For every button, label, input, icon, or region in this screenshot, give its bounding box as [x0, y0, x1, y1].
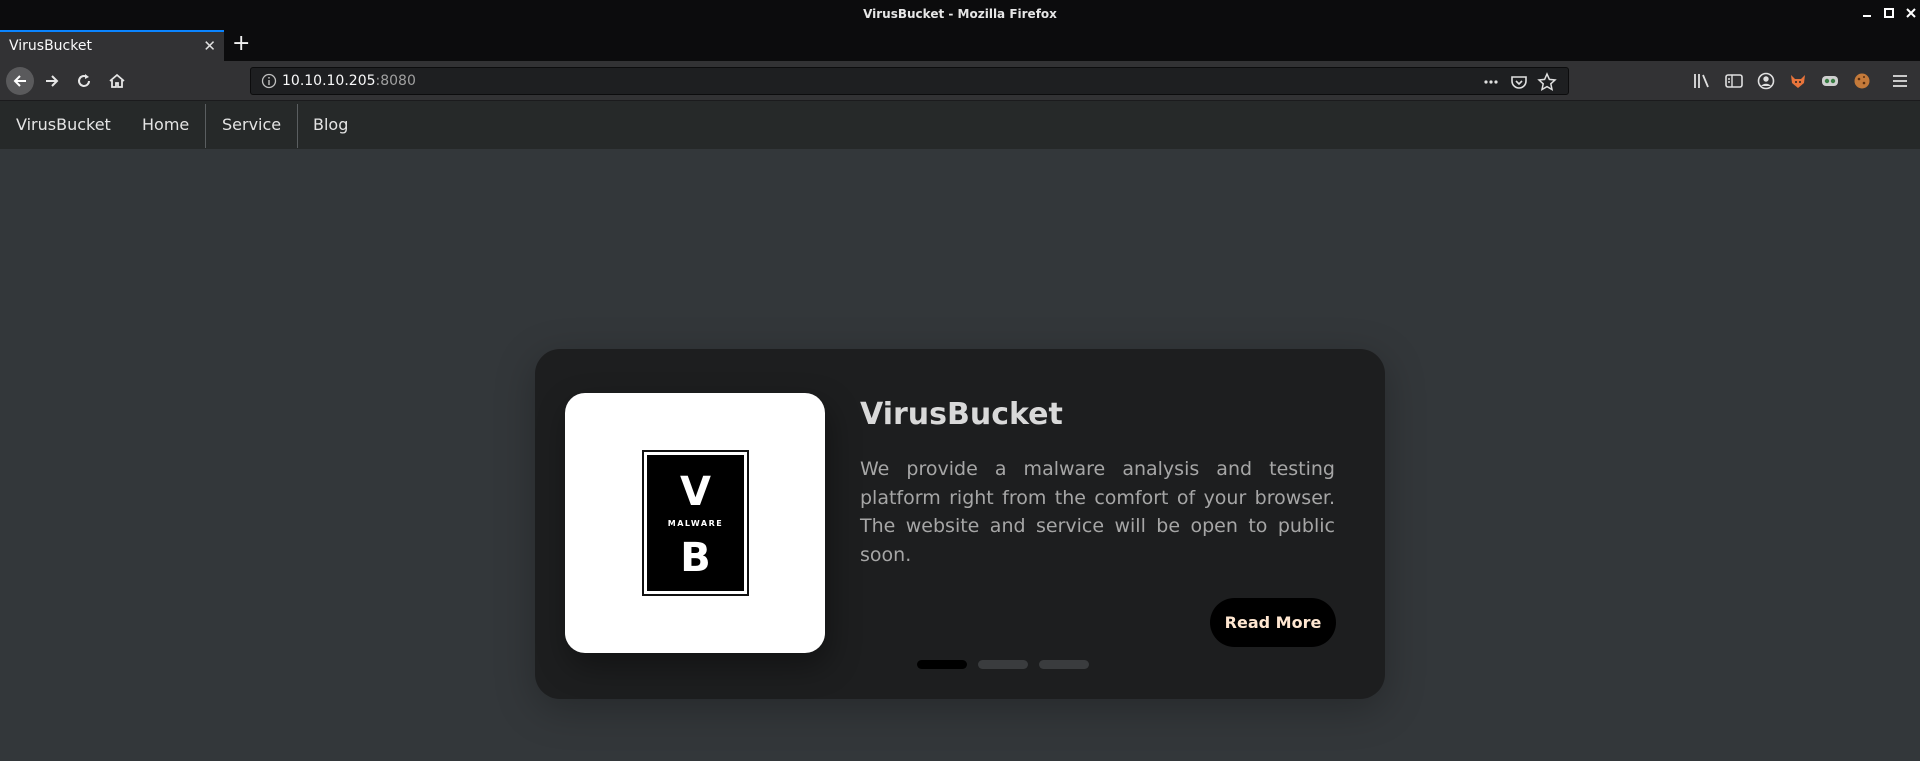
maximize-icon[interactable] — [1882, 6, 1896, 20]
page-content: VirusBucket Home Service Blog V MALWARE … — [0, 101, 1920, 761]
extension-cookie-icon[interactable] — [1852, 71, 1872, 91]
forward-arrow-icon — [46, 75, 59, 87]
home-icon — [109, 73, 125, 88]
pocket-icon[interactable] — [1509, 72, 1529, 96]
logo-letter-v: V — [680, 469, 711, 515]
extension-mask-icon[interactable] — [1820, 71, 1840, 91]
bookmark-star-icon[interactable] — [1537, 72, 1557, 96]
malware-logo: V MALWARE B — [642, 450, 749, 596]
minimize-icon[interactable] — [1860, 6, 1874, 20]
home-button[interactable] — [103, 67, 131, 95]
nav-divider — [297, 104, 298, 148]
slide-description: We provide a malware analysis and testin… — [860, 458, 1335, 566]
read-more-button[interactable]: Read More — [1210, 598, 1336, 647]
extension-fox-icon[interactable] — [1788, 71, 1808, 91]
sidebar-icon[interactable] — [1724, 71, 1744, 91]
brand-link[interactable]: VirusBucket — [16, 101, 111, 149]
back-arrow-icon — [13, 75, 26, 87]
new-tab-icon[interactable]: + — [232, 32, 250, 56]
back-button[interactable] — [6, 67, 34, 95]
library-icon[interactable] — [1692, 71, 1712, 91]
reload-button[interactable] — [70, 67, 98, 95]
site-navbar: VirusBucket Home Service Blog — [0, 101, 1920, 149]
slide-image: V MALWARE B — [565, 393, 825, 653]
tab-close-icon[interactable]: ✕ — [203, 37, 216, 55]
nav-link-blog[interactable]: Blog — [313, 101, 348, 149]
window-title: VirusBucket - Mozilla Firefox — [863, 7, 1057, 21]
site-info-icon[interactable] — [261, 73, 277, 93]
page-actions-icon[interactable] — [1481, 72, 1501, 96]
url-text[interactable]: 10.10.10.205:8080 — [282, 73, 416, 89]
nav-link-service[interactable]: Service — [222, 101, 281, 149]
url-host: 10.10.10.205 — [282, 73, 376, 89]
slider-dot[interactable] — [1039, 660, 1089, 669]
tab-virusbucket[interactable]: VirusBucket ✕ — [0, 30, 224, 61]
reload-icon — [78, 74, 90, 87]
slider-dot[interactable] — [978, 660, 1028, 669]
hero-slider-card: V MALWARE B VirusBucket We provide a mal… — [535, 349, 1385, 699]
logo-word: MALWARE — [667, 519, 724, 528]
forward-button[interactable] — [38, 67, 66, 95]
close-window-icon[interactable] — [1904, 6, 1918, 20]
slide-title: VirusBucket — [860, 397, 1063, 432]
tab-strip: VirusBucket ✕ + — [0, 28, 1920, 61]
url-port: :8080 — [375, 73, 416, 89]
window-titlebar: VirusBucket - Mozilla Firefox — [0, 0, 1920, 28]
nav-divider — [205, 104, 206, 148]
tab-title: VirusBucket — [9, 38, 92, 54]
nav-toolbar: 10.10.10.205:8080 — [0, 61, 1920, 101]
menu-icon[interactable] — [1890, 71, 1910, 91]
url-bar[interactable]: 10.10.10.205:8080 — [250, 67, 1569, 95]
logo-letter-b: B — [680, 535, 711, 581]
nav-link-home[interactable]: Home — [142, 101, 189, 149]
slider-dot-active[interactable] — [917, 660, 967, 669]
account-icon[interactable] — [1756, 71, 1776, 91]
